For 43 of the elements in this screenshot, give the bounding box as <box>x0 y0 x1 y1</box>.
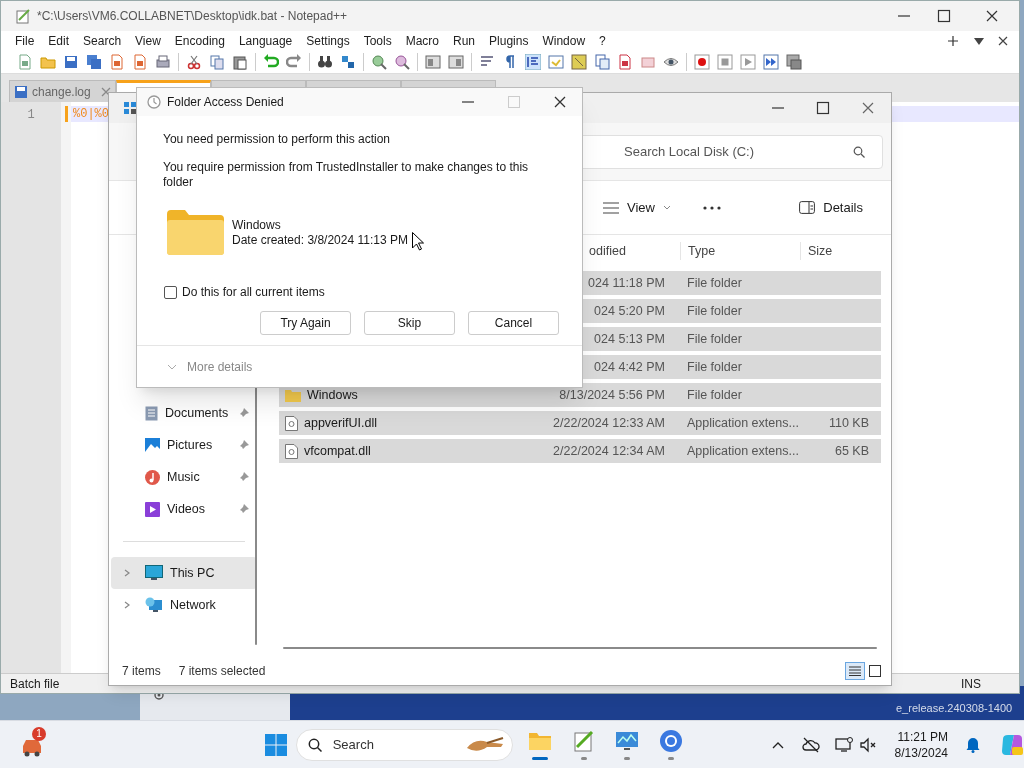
checkbox-label: Do this for all current items <box>182 284 325 301</box>
dialog-message: You require permission from TrustedInstaller to make changes to this folder <box>163 160 530 190</box>
item-date: Date created: 3/8/2024 11:13 PM <box>232 232 408 248</box>
type-cell-text: File folder <box>687 274 743 292</box>
date: 8/13/2024 <box>894 744 948 761</box>
nav-label: Videos <box>167 500 205 518</box>
file-type: Batch file <box>10 675 60 693</box>
date-cell-text: 024 5:13 PM <box>594 330 665 348</box>
code-line: %0|%0 <box>73 106 109 123</box>
nav-label: Documents <box>165 404 229 422</box>
selection-count: 7 items selected <box>178 663 266 680</box>
tab-label: change.log <box>32 83 91 101</box>
date-cell-text: 024 4:42 PM <box>594 358 665 376</box>
date-cell-text: 024 11:18 PM <box>588 274 665 292</box>
type-cell-text: File folder <box>687 302 743 320</box>
window-title: *C:\Users\VM6.COLLABNET\Desktop\idk.bat - Notepad++ <box>37 8 348 25</box>
file-name: Windows <box>307 386 358 404</box>
nav-label: Pictures <box>167 436 213 454</box>
type-cell-text: File folder <box>687 330 743 348</box>
notification-badge: 1 <box>32 726 46 741</box>
item-count: 7 items <box>122 663 161 680</box>
dialog-heading: You need permission to perform this action <box>163 131 391 146</box>
date-cell-text: 2/22/2024 12:34 AM <box>553 442 665 460</box>
date-cell-text: 8/13/2024 5:56 PM <box>559 386 665 404</box>
nav-label: Music <box>167 468 200 486</box>
type-cell-text: Application extens... <box>687 414 797 432</box>
file-name: appverifUI.dll <box>304 414 377 432</box>
dialog-title: Folder Access Denied <box>167 94 284 111</box>
date-cell-text: 024 5:20 PM <box>594 302 665 320</box>
nav-label: Network <box>170 596 216 614</box>
time: 11:21 PM <box>897 728 948 745</box>
insert-mode: INS <box>961 675 981 693</box>
type-cell-text: Application extens... <box>687 442 797 460</box>
file-name: vfcompat.dll <box>304 442 371 460</box>
build-watermark: e_release.240308-1400 <box>896 701 1013 716</box>
size-cell-text: 65 KB <box>833 442 870 460</box>
line-number: 1 <box>27 107 35 122</box>
nav-label: This PC <box>170 564 215 582</box>
type-cell-text: File folder <box>687 358 743 376</box>
size-cell-text: 110 KB <box>827 414 870 432</box>
date-cell-text: 2/22/2024 12:33 AM <box>553 414 665 432</box>
item-name: Windows <box>232 217 282 233</box>
type-cell-text: File folder <box>687 386 743 404</box>
